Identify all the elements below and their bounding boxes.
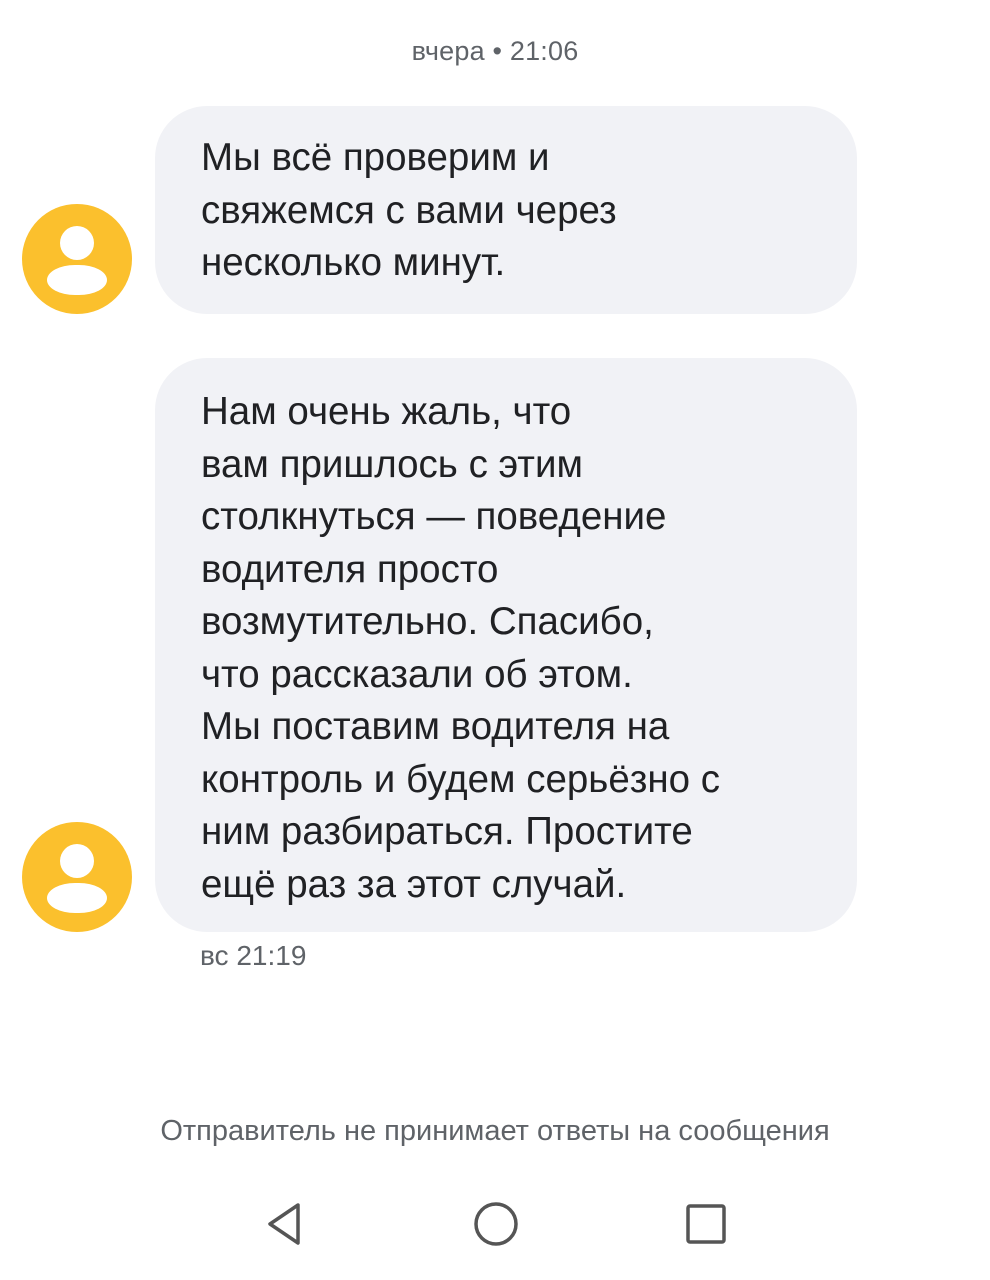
message-line: Нам очень жаль, что: [201, 390, 572, 433]
home-circle-icon: [474, 1202, 518, 1246]
avatar-head-icon: [60, 844, 94, 878]
message-line: Мы всё проверим и: [201, 136, 550, 179]
message-line: ещё раз за этот случай.: [201, 862, 627, 906]
message-line: что рассказали об этом.: [201, 652, 633, 696]
message-line: столкнуться — поведение: [201, 495, 667, 538]
avatar-body-icon: [47, 883, 107, 913]
nav-recent-apps-button[interactable]: [682, 1200, 730, 1248]
message-bubble[interactable]: Мы всё проверим и свяжемся с вами через …: [155, 106, 857, 314]
avatar-body-icon: [47, 265, 107, 295]
message-timestamp: вс 21:19: [200, 940, 307, 971]
message-bubble[interactable]: Нам очень жаль, что вам пришлось с этим …: [155, 358, 857, 932]
recent-apps-square-icon: [686, 1204, 726, 1244]
sender-avatar[interactable]: [22, 822, 132, 932]
avatar-head-icon: [60, 226, 94, 260]
message-line: водителя просто: [201, 547, 499, 591]
message-line: контроль и будем серьёзно с: [201, 757, 721, 801]
message-line: свяжемся с вами через: [201, 188, 617, 232]
back-triangle-icon: [268, 1203, 300, 1245]
message-line: Мы поставим водителя на: [201, 705, 670, 748]
message-line: несколько минут.: [201, 241, 506, 284]
message-line: ним разбираться. Простите: [201, 810, 693, 853]
nav-back-button[interactable]: [262, 1200, 310, 1248]
message-line: возмутительно. Спасибо,: [201, 600, 654, 643]
reply-disabled-notice: Отправитель не принимает ответы на сообщ…: [160, 1115, 830, 1147]
nav-home-button[interactable]: [472, 1200, 520, 1248]
message-line: вам пришлось с этим: [201, 442, 583, 486]
date-header: вчера • 21:06: [411, 36, 579, 66]
sender-avatar[interactable]: [22, 204, 132, 314]
